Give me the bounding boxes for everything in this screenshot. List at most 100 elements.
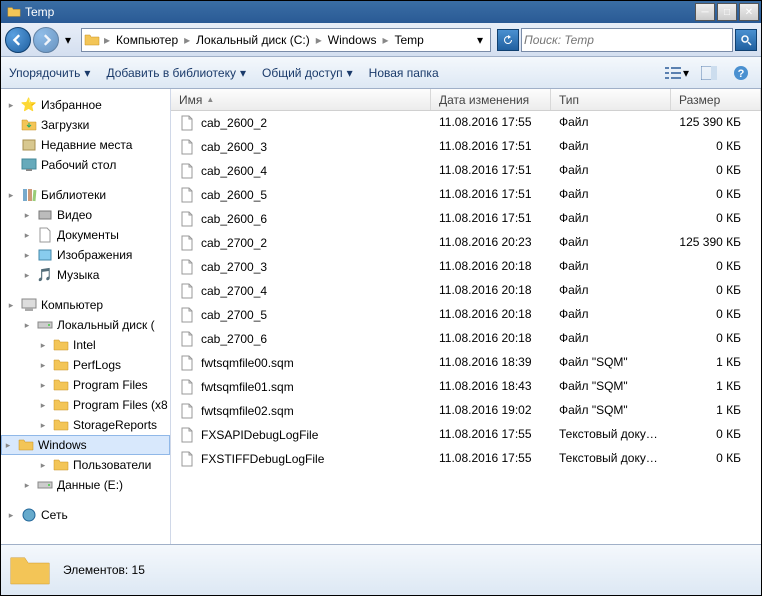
tree-folder[interactable]: ▸StorageReports: [1, 415, 170, 435]
folder-icon: [53, 357, 69, 373]
column-date[interactable]: Дата изменения: [431, 89, 551, 110]
file-row[interactable]: fwtsqmfile00.sqm 11.08.2016 18:39 Файл "…: [171, 351, 761, 375]
include-library-menu[interactable]: Добавить в библиотеку ▾: [106, 66, 246, 80]
file-icon: [179, 235, 195, 251]
file-row[interactable]: cab_2700_5 11.08.2016 20:18 Файл 0 КБ: [171, 303, 761, 327]
folder-icon: [53, 417, 69, 433]
file-row[interactable]: cab_2600_4 11.08.2016 17:51 Файл 0 КБ: [171, 159, 761, 183]
file-row[interactable]: FXSTIFFDebugLogFile 11.08.2016 17:55 Тек…: [171, 447, 761, 471]
organize-menu[interactable]: Упорядочить ▾: [9, 66, 90, 80]
file-row[interactable]: cab_2600_5 11.08.2016 17:51 Файл 0 КБ: [171, 183, 761, 207]
folder-icon: [18, 437, 34, 453]
toolbar: Упорядочить ▾ Добавить в библиотеку ▾ Об…: [1, 57, 761, 89]
folder-icon: [7, 5, 21, 19]
file-row[interactable]: FXSAPIDebugLogFile 11.08.2016 17:55 Текс…: [171, 423, 761, 447]
minimize-button[interactable]: ─: [695, 3, 715, 21]
tree-network[interactable]: ▸Сеть: [1, 505, 170, 525]
chevron-right-icon: ▸: [104, 33, 110, 47]
tree-pictures[interactable]: ▸Изображения: [1, 245, 170, 265]
chevron-down-icon: ▾: [84, 66, 90, 80]
music-icon: 🎵: [37, 267, 53, 283]
file-row[interactable]: cab_2700_4 11.08.2016 20:18 Файл 0 КБ: [171, 279, 761, 303]
close-button[interactable]: ✕: [739, 3, 759, 21]
file-row[interactable]: cab_2700_3 11.08.2016 20:18 Файл 0 КБ: [171, 255, 761, 279]
tree-desktop[interactable]: Рабочий стол: [1, 155, 170, 175]
preview-pane-button[interactable]: [697, 62, 721, 84]
file-icon: [179, 283, 195, 299]
column-size[interactable]: Размер: [671, 89, 761, 110]
breadcrumb-item[interactable]: Temp: [392, 33, 425, 47]
file-icon: [179, 211, 195, 227]
file-icon: [179, 379, 195, 395]
tree-documents[interactable]: ▸Документы: [1, 225, 170, 245]
file-row[interactable]: fwtsqmfile01.sqm 11.08.2016 18:43 Файл "…: [171, 375, 761, 399]
file-row[interactable]: cab_2600_6 11.08.2016 17:51 Файл 0 КБ: [171, 207, 761, 231]
window-title: Temp: [25, 5, 693, 19]
computer-icon: [21, 297, 37, 313]
file-row[interactable]: cab_2600_3 11.08.2016 17:51 Файл 0 КБ: [171, 135, 761, 159]
tree-downloads[interactable]: Загрузки: [1, 115, 170, 135]
tree-folder[interactable]: ▸Пользователи: [1, 455, 170, 475]
chevron-down-icon: ▾: [347, 66, 353, 80]
folder-icon: [53, 377, 69, 393]
file-list: Имя ▲ Дата изменения Тип Размер cab_2600…: [171, 89, 761, 544]
tree-drive-e[interactable]: ▸Данные (E:): [1, 475, 170, 495]
file-icon: [179, 427, 195, 443]
tree-music[interactable]: ▸🎵Музыка: [1, 265, 170, 285]
address-bar[interactable]: ▸ Компьютер ▸ Локальный диск (C:) ▸ Wind…: [81, 28, 491, 52]
navbar: ▾ ▸ Компьютер ▸ Локальный диск (C:) ▸ Wi…: [1, 23, 761, 57]
status-text: Элементов: 15: [63, 563, 145, 577]
file-rows[interactable]: cab_2600_2 11.08.2016 17:55 Файл 125 390…: [171, 111, 761, 544]
column-type[interactable]: Тип: [551, 89, 671, 110]
tree-folder[interactable]: ▸Intel: [1, 335, 170, 355]
tree-favorites[interactable]: ▸⭐Избранное: [1, 95, 170, 115]
file-icon: [179, 187, 195, 203]
share-menu[interactable]: Общий доступ ▾: [262, 66, 353, 80]
network-icon: [21, 507, 37, 523]
search-input[interactable]: [524, 33, 730, 47]
tree-computer[interactable]: ▸Компьютер: [1, 295, 170, 315]
file-row[interactable]: cab_2700_2 11.08.2016 20:23 Файл 125 390…: [171, 231, 761, 255]
tree-videos[interactable]: ▸Видео: [1, 205, 170, 225]
file-icon: [179, 115, 195, 131]
breadcrumb-item[interactable]: Компьютер: [114, 33, 180, 47]
chevron-down-icon: ▾: [240, 66, 246, 80]
back-button[interactable]: [5, 27, 31, 53]
tree-folder[interactable]: ▸Program Files (x8: [1, 395, 170, 415]
file-icon: [179, 355, 195, 371]
tree-folder[interactable]: ▸Program Files: [1, 375, 170, 395]
svg-text:?: ?: [738, 68, 745, 80]
search-box[interactable]: [521, 28, 733, 52]
breadcrumb-item[interactable]: Локальный диск (C:): [194, 33, 312, 47]
file-icon: [179, 451, 195, 467]
address-dropdown[interactable]: ▾: [472, 33, 488, 47]
desktop-icon: [21, 157, 37, 173]
view-options-button[interactable]: ▾: [665, 62, 689, 84]
star-icon: ⭐: [21, 97, 37, 113]
nav-history-dropdown[interactable]: ▾: [61, 27, 75, 53]
search-button[interactable]: [735, 29, 757, 51]
tree-recent[interactable]: Недавние места: [1, 135, 170, 155]
tree-libraries[interactable]: ▸Библиотеки: [1, 185, 170, 205]
column-headers: Имя ▲ Дата изменения Тип Размер: [171, 89, 761, 111]
pictures-icon: [37, 247, 53, 263]
chevron-right-icon: ▸: [316, 33, 322, 47]
forward-button[interactable]: [33, 27, 59, 53]
file-row[interactable]: cab_2600_2 11.08.2016 17:55 Файл 125 390…: [171, 111, 761, 135]
maximize-button[interactable]: □: [717, 3, 737, 21]
file-icon: [179, 403, 195, 419]
file-row[interactable]: fwtsqmfile02.sqm 11.08.2016 19:02 Файл "…: [171, 399, 761, 423]
refresh-button[interactable]: [497, 29, 519, 51]
breadcrumb-item[interactable]: Windows: [326, 33, 379, 47]
new-folder-button[interactable]: Новая папка: [369, 66, 439, 80]
column-name[interactable]: Имя ▲: [171, 89, 431, 110]
drive-icon: [37, 477, 53, 493]
tree-folder[interactable]: ▸Windows: [1, 435, 170, 455]
help-button[interactable]: ?: [729, 62, 753, 84]
tree-drive-c[interactable]: ▸Локальный диск (: [1, 315, 170, 335]
tree-folder[interactable]: ▸PerfLogs: [1, 355, 170, 375]
file-row[interactable]: cab_2700_6 11.08.2016 20:18 Файл 0 КБ: [171, 327, 761, 351]
navigation-tree[interactable]: ▸⭐Избранное Загрузки Недавние места Рабо…: [1, 89, 171, 544]
file-icon: [179, 307, 195, 323]
drive-icon: [37, 317, 53, 333]
